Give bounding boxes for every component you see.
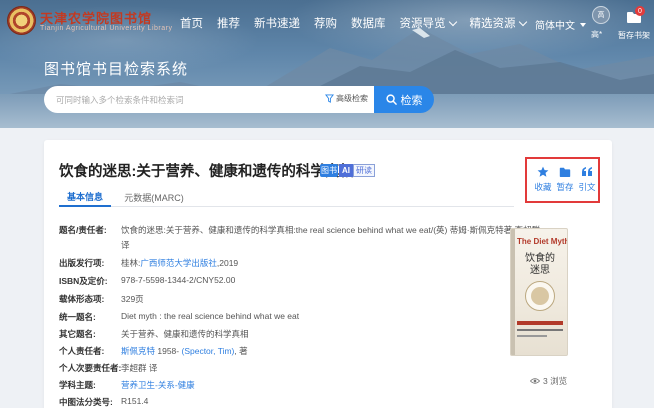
- system-title: 图书馆书目检索系统: [44, 61, 189, 78]
- shelf-label: 暂存书架: [618, 31, 650, 40]
- cover-title-en: The Diet Myth: [517, 237, 568, 246]
- field-value: 978-7-5598-1344-2/CNY52.00: [121, 275, 236, 285]
- nav-item-new-books[interactable]: 新书速递: [254, 15, 300, 31]
- publish-year: ,2019: [216, 258, 239, 268]
- search-button[interactable]: 检索: [374, 86, 434, 113]
- author-role: , 著: [234, 346, 248, 356]
- main-nav: 首页 推荐 新书速递 荐购 数据库 资源导览 精选资源: [180, 15, 540, 31]
- filter-icon: [325, 94, 334, 103]
- eye-icon: [530, 378, 540, 384]
- field-label: 载体形态项:: [59, 294, 105, 304]
- field-label: 题名/责任者:: [59, 225, 107, 235]
- field-value: 桂林:广西师范大学出版社,2019: [121, 257, 238, 269]
- book-type-badge: 图书: [320, 164, 338, 177]
- user-name[interactable]: 高*: [591, 29, 602, 40]
- field-value: 斯佩克特 1958- (Spector, Tim), 著: [121, 345, 248, 357]
- record-tabs: 基本信息 元数据(MARC): [59, 187, 514, 207]
- language-label: 简体中文: [535, 21, 575, 32]
- field-value: 饮食的迷思:关于营养、健康和遗传的科学真相:the real science b…: [121, 225, 540, 235]
- nav-item-recommend[interactable]: 推荐: [217, 15, 240, 31]
- nav-item-database[interactable]: 数据库: [351, 15, 386, 31]
- nav-item-purchase-request[interactable]: 荐购: [314, 15, 337, 31]
- star-icon: [537, 166, 549, 177]
- field-label: 其它题名:: [59, 329, 96, 339]
- search-icon: [385, 94, 397, 105]
- view-count-label: 3 浏览: [543, 376, 568, 386]
- avatar[interactable]: 高: [592, 6, 610, 24]
- field-label: 学科主题:: [59, 380, 96, 390]
- nav-label: 新书速递: [254, 18, 300, 30]
- field-label: 中图法分类号:: [59, 397, 113, 407]
- view-count: 3 浏览: [530, 375, 567, 387]
- cover-spine: [511, 229, 515, 355]
- tab-marc[interactable]: 元数据(MARC): [119, 187, 189, 207]
- author-latin-link[interactable]: (Spector, Tim): [181, 346, 234, 356]
- nav-item-resource-guide[interactable]: 资源导览: [399, 15, 457, 31]
- study-read-button[interactable]: 研读: [353, 164, 375, 177]
- school-subtitle: Tianjin Agricultural University Library: [40, 25, 173, 32]
- temp-save-button[interactable]: 暂存: [554, 166, 576, 193]
- search-input[interactable]: [56, 93, 296, 107]
- field-label: 个人责任者:: [59, 346, 105, 356]
- hero-banner: 天津农学院图书馆 Tianjin Agricultural University…: [0, 0, 654, 128]
- field-label: 统一题名:: [59, 312, 96, 322]
- subject-link[interactable]: 营养卫生-关系-健康: [121, 379, 195, 391]
- language-selector[interactable]: 简体中文: [535, 17, 586, 32]
- book-cover[interactable]: The Diet Myth 饮食的迷思: [510, 228, 568, 356]
- advanced-search-link[interactable]: 高级检索: [325, 93, 368, 104]
- shelf-count-badge: 0: [635, 6, 645, 16]
- author-years: 1958-: [155, 346, 182, 356]
- cover-title-cn: 饮食的迷思: [525, 253, 555, 276]
- search-button-label: 检索: [400, 94, 423, 107]
- field-label: 个人次要责任者:: [59, 363, 122, 373]
- quote-icon: [582, 167, 592, 176]
- field-value: 李超群 译: [121, 363, 158, 373]
- nav-label: 精选资源: [469, 18, 516, 30]
- field-label: 出版发行项:: [59, 258, 105, 268]
- field-label: ISBN及定价:: [59, 276, 108, 286]
- cite-button[interactable]: 引文: [576, 166, 598, 193]
- school-logo[interactable]: [7, 6, 36, 35]
- cover-food-illustration: [531, 287, 549, 305]
- field-value: 关于营养、健康和遗传的科学真相: [121, 329, 249, 339]
- publisher-link[interactable]: 广西师范大学出版社: [140, 258, 217, 268]
- cover-band: [517, 321, 563, 325]
- book-title: 饮食的迷思:关于营养、健康和遗传的科学真相: [59, 164, 354, 180]
- tab-basic-info[interactable]: 基本信息: [59, 187, 111, 207]
- chevron-down-icon: [448, 17, 457, 26]
- nav-label: 数据库: [351, 18, 386, 30]
- cover-line: [517, 335, 547, 337]
- nav-label: 首页: [180, 18, 203, 30]
- caret-down-icon: [580, 22, 586, 27]
- folder-icon: [559, 167, 571, 177]
- field-value: Diet myth : the real science behind what…: [121, 311, 300, 321]
- temp-save-label: 暂存: [556, 182, 574, 192]
- nav-item-home[interactable]: 首页: [180, 15, 203, 31]
- chevron-down-icon: [518, 17, 527, 26]
- cite-label: 引文: [578, 182, 596, 192]
- favorite-label: 收藏: [534, 182, 552, 192]
- field-value: 译: [121, 240, 130, 250]
- nav-label: 资源导览: [399, 18, 446, 30]
- favorite-button[interactable]: 收藏: [532, 166, 554, 193]
- record-actions: 收藏 暂存 引文: [525, 157, 600, 203]
- nav-label: 推荐: [217, 18, 240, 30]
- cover-line: [517, 329, 563, 331]
- author-link[interactable]: 斯佩克特: [121, 346, 155, 356]
- publisher-place: 桂林:: [121, 258, 141, 268]
- nav-item-selected-resources[interactable]: 精选资源: [469, 15, 527, 31]
- field-value: 329页: [121, 294, 144, 304]
- ai-badge[interactable]: AI: [339, 164, 353, 177]
- field-value: R151.4: [121, 396, 149, 406]
- nav-label: 荐购: [314, 18, 337, 30]
- advanced-search-label: 高级检索: [336, 94, 368, 103]
